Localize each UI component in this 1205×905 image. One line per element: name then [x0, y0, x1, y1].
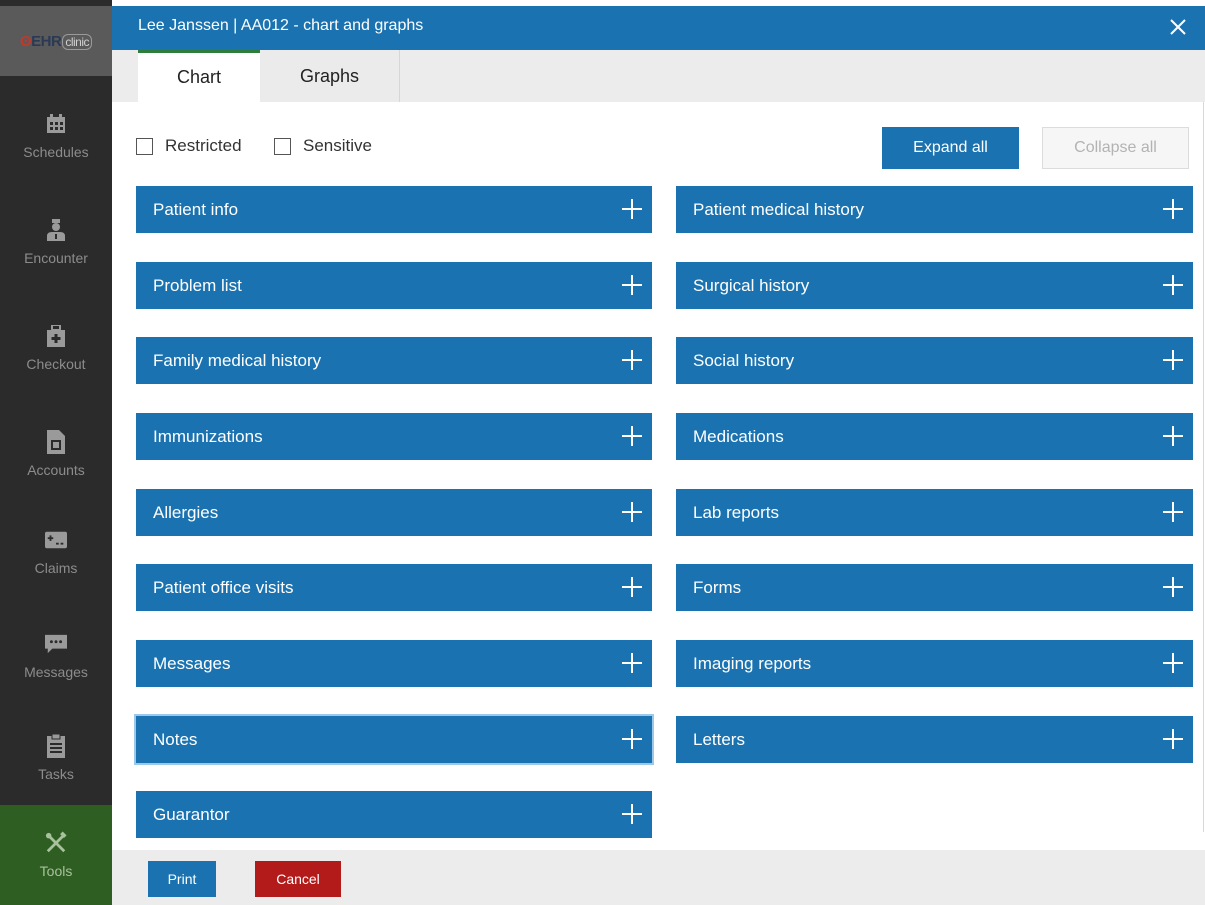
- plus-icon[interactable]: [621, 349, 643, 371]
- section-medications[interactable]: Medications: [676, 413, 1193, 460]
- section-label: Lab reports: [693, 503, 779, 522]
- sidebar-item-label: Schedules: [23, 143, 89, 160]
- section-social-history[interactable]: Social history: [676, 337, 1193, 384]
- section-label: Surgical history: [693, 276, 810, 295]
- restricted-filter[interactable]: Restricted: [136, 136, 242, 156]
- section-label: Patient office visits: [153, 578, 294, 597]
- app-logo: ʘEHR clinic: [20, 33, 92, 50]
- section-label: Messages: [153, 654, 231, 673]
- section-guarantor[interactable]: Guarantor: [136, 791, 652, 838]
- plus-icon[interactable]: [1162, 198, 1184, 220]
- plus-icon[interactable]: [621, 501, 643, 523]
- plus-icon[interactable]: [1162, 501, 1184, 523]
- section-allergies[interactable]: Allergies: [136, 489, 652, 536]
- plus-icon[interactable]: [1162, 652, 1184, 674]
- plus-icon[interactable]: [621, 198, 643, 220]
- section-messages[interactable]: Messages: [136, 640, 652, 687]
- plus-icon[interactable]: [621, 274, 643, 296]
- plus-icon[interactable]: [1162, 274, 1184, 296]
- plus-icon[interactable]: [1162, 425, 1184, 447]
- logo-area[interactable]: ʘEHR clinic: [0, 6, 112, 76]
- sidebar-item-messages[interactable]: Messages: [0, 604, 112, 708]
- chat-bubble-icon: [45, 633, 67, 655]
- section-patient-info[interactable]: Patient info: [136, 186, 652, 233]
- sensitive-filter[interactable]: Sensitive: [274, 136, 372, 156]
- plus-icon[interactable]: [621, 652, 643, 674]
- doctor-icon: [45, 218, 67, 241]
- section-label: Letters: [693, 730, 745, 749]
- tab-chart[interactable]: Chart: [138, 50, 260, 102]
- clipboard-icon: [45, 733, 67, 758]
- section-label: Forms: [693, 578, 742, 597]
- print-button[interactable]: Print: [148, 861, 216, 897]
- restricted-checkbox[interactable]: [136, 137, 153, 155]
- section-lab-reports[interactable]: Lab reports: [676, 489, 1193, 536]
- cancel-button[interactable]: Cancel: [255, 861, 341, 897]
- section-label: Patient medical history: [693, 200, 865, 219]
- section-label: Allergies: [153, 503, 219, 522]
- sidebar-item-encounter[interactable]: Encounter: [0, 190, 112, 294]
- sidebar-item-label: Messages: [24, 663, 88, 680]
- section-problem-list[interactable]: Problem list: [136, 262, 652, 309]
- tools-icon: [45, 831, 67, 854]
- section-label: Problem list: [153, 276, 242, 295]
- plus-icon[interactable]: [1162, 728, 1184, 750]
- medical-bag-icon: [45, 324, 67, 347]
- section-label: Patient info: [153, 200, 239, 219]
- sensitive-label: Sensitive: [303, 136, 372, 155]
- section-patient-office-visits[interactable]: Patient office visits: [136, 564, 652, 611]
- section-label: Social history: [693, 351, 795, 370]
- section-label: Family medical history: [153, 351, 322, 370]
- section-forms[interactable]: Forms: [676, 564, 1193, 611]
- section-letters[interactable]: Letters: [676, 716, 1193, 763]
- sidebar-item-label: Checkout: [26, 355, 86, 372]
- sidebar-item-tools[interactable]: Tools: [0, 805, 112, 905]
- collapse-all-button[interactable]: Collapse all: [1042, 127, 1189, 169]
- claims-card-icon: [45, 529, 67, 551]
- plus-icon[interactable]: [621, 803, 643, 825]
- plus-icon[interactable]: [621, 728, 643, 750]
- sidebar-item-schedules[interactable]: Schedules: [0, 84, 112, 188]
- section-label: Immunizations: [153, 427, 263, 446]
- document-icon: [45, 429, 67, 454]
- calendar-icon: [45, 113, 67, 135]
- section-notes[interactable]: Notes: [136, 716, 652, 763]
- sidebar-item-label: Claims: [34, 559, 78, 576]
- plus-icon[interactable]: [621, 576, 643, 598]
- section-label: Guarantor: [153, 805, 230, 824]
- sidebar-item-label: Tasks: [38, 765, 74, 782]
- section-label: Medications: [693, 427, 784, 446]
- tab-graphs[interactable]: Graphs: [260, 50, 400, 102]
- modal-header: Lee Janssen | AA012 - chart and graphs: [112, 6, 1205, 50]
- plus-icon[interactable]: [621, 425, 643, 447]
- section-label: Imaging reports: [693, 654, 812, 673]
- section-family-medical-history[interactable]: Family medical history: [136, 337, 652, 384]
- modal-title: Lee Janssen | AA012 - chart and graphs: [138, 17, 424, 34]
- close-icon[interactable]: [1165, 14, 1191, 40]
- expand-all-button[interactable]: Expand all: [882, 127, 1019, 169]
- plus-icon[interactable]: [1162, 576, 1184, 598]
- sidebar: ʘEHR clinic Schedules Encounter Checkout …: [0, 0, 112, 905]
- tab-bar: Chart Graphs: [112, 50, 1205, 102]
- plus-icon[interactable]: [1162, 349, 1184, 371]
- section-immunizations[interactable]: Immunizations: [136, 413, 652, 460]
- sidebar-item-checkout[interactable]: Checkout: [0, 296, 112, 400]
- section-imaging-reports[interactable]: Imaging reports: [676, 640, 1193, 687]
- sidebar-item-claims[interactable]: Claims: [0, 500, 112, 604]
- sensitive-checkbox[interactable]: [274, 137, 291, 155]
- section-patient-medical-history[interactable]: Patient medical history: [676, 186, 1193, 233]
- section-surgical-history[interactable]: Surgical history: [676, 262, 1193, 309]
- content-divider: [1203, 102, 1204, 832]
- sidebar-item-label: Accounts: [27, 461, 85, 478]
- sidebar-item-tasks[interactable]: Tasks: [0, 706, 112, 810]
- sidebar-item-accounts[interactable]: Accounts: [0, 402, 112, 506]
- sidebar-item-label: Encounter: [24, 249, 88, 266]
- sidebar-item-label: Tools: [39, 862, 73, 879]
- section-label: Notes: [153, 730, 198, 749]
- restricted-label: Restricted: [165, 136, 242, 155]
